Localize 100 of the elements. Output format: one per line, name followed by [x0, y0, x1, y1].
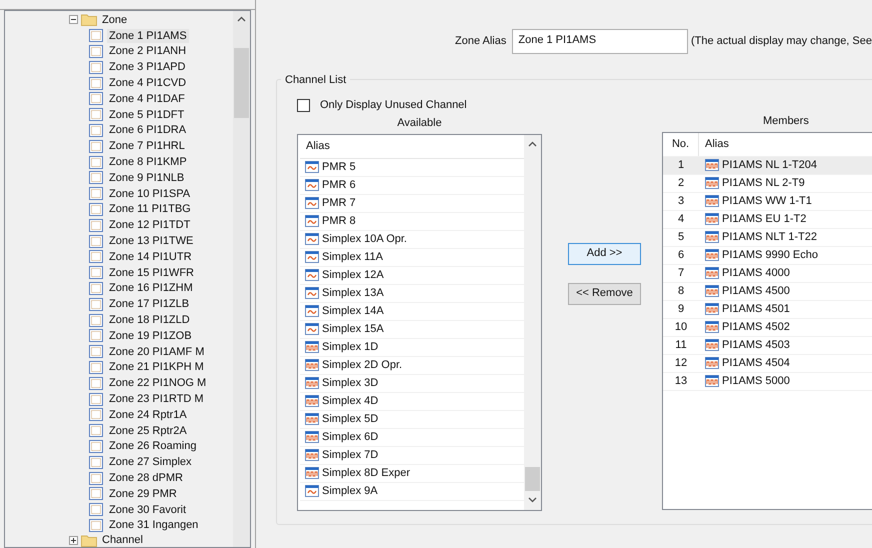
member-row[interactable]: 9 PI1AMS 4501 — [663, 300, 872, 318]
available-list[interactable] — [297, 134, 542, 510]
zone-icon — [89, 345, 103, 358]
channel-alias[interactable]: Simplex 14A — [322, 302, 384, 320]
column-header[interactable]: Alias — [306, 138, 330, 154]
tree-folder-label[interactable]: Channel — [100, 534, 145, 546]
digital-channel-icon — [705, 303, 719, 315]
member-row[interactable]: 2 PI1AMS NL 2-T9 — [663, 174, 872, 192]
tree-item[interactable]: Zone 7 PI1HRL — [107, 139, 187, 154]
tree-item[interactable]: Zone 15 PI1WFR — [107, 266, 196, 280]
member-row[interactable]: 10 PI1AMS 4502 — [663, 318, 872, 336]
tree-item[interactable]: Zone 23 PI1RTD M — [107, 392, 206, 406]
column-header[interactable]: No. — [663, 132, 699, 156]
tree-item[interactable]: Zone 17 PI1ZLB — [107, 297, 192, 312]
tree-item[interactable]: Zone 27 Simplex — [107, 455, 194, 470]
scrollbar-thumb[interactable] — [525, 466, 540, 490]
tree-item[interactable]: Zone 16 PI1ZHM — [107, 281, 195, 296]
row-number: 2 — [676, 176, 686, 191]
member-row[interactable]: 11 PI1AMS 4503 — [663, 336, 872, 354]
channel-alias: PI1AMS 4000 — [722, 266, 790, 281]
collapse-icon[interactable] — [69, 15, 78, 24]
tree-item[interactable]: Zone 22 PI1NOG M — [107, 376, 208, 390]
tree-item[interactable]: Zone 4 PI1DAF — [107, 92, 187, 106]
tree-item[interactable]: Zone 28 dPMR — [107, 471, 185, 485]
members-table[interactable] — [662, 132, 872, 510]
channel-alias[interactable]: Simplex 1D — [322, 338, 378, 356]
tree-item[interactable]: Zone 9 PI1NLB — [107, 170, 186, 185]
channel-alias[interactable]: Simplex 7D — [322, 446, 378, 464]
tree-item[interactable]: Zone 14 PI1UTR — [107, 250, 194, 264]
tree-item[interactable]: Zone 31 Ingangen — [107, 518, 200, 532]
channel-alias[interactable]: Simplex 10A Opr. — [322, 230, 407, 248]
channel-alias[interactable]: Simplex 4D — [322, 392, 378, 410]
tree-item[interactable]: Zone 20 PI1AMF M — [107, 344, 206, 359]
row-number: 7 — [676, 266, 686, 281]
channel-alias: PI1AMS 4503 — [722, 338, 790, 353]
zone-icon — [89, 250, 103, 264]
checkbox[interactable] — [297, 98, 310, 112]
tree-item[interactable]: Zone 26 Roaming — [107, 439, 198, 454]
member-row[interactable]: 8 PI1AMS 4500 — [663, 282, 872, 300]
zone-alias-field[interactable]: Zone 1 PI1AMS — [512, 29, 688, 54]
channel-alias[interactable]: Simplex 2D Opr. — [322, 356, 402, 374]
channel-alias[interactable]: Simplex 8D Exper — [322, 464, 410, 482]
tree-item[interactable]: Zone 29 PMR — [107, 486, 179, 501]
tree-item[interactable]: Zone 10 PI1SPA — [107, 186, 192, 201]
scroll-up-icon[interactable] — [528, 140, 537, 146]
channel-alias: PI1AMS 4502 — [722, 320, 790, 335]
member-row[interactable]: 1 PI1AMS NL 1-T204 — [663, 156, 872, 174]
member-row[interactable]: 4 PI1AMS EU 1-T2 — [663, 210, 872, 228]
tree-item[interactable]: Zone 12 PI1TDT — [107, 218, 192, 232]
tree-item[interactable]: Zone 11 PI1TBG — [107, 202, 193, 216]
channel-alias[interactable]: PMR 5 — [322, 158, 356, 176]
zone-icon — [89, 518, 103, 532]
zone-icon — [89, 108, 103, 122]
tree-item[interactable]: Zone 4 PI1CVD — [107, 76, 188, 90]
scrollbar[interactable] — [233, 11, 250, 547]
scrollbar[interactable] — [524, 134, 541, 510]
expand-icon[interactable] — [69, 536, 78, 545]
member-row[interactable]: 12 PI1AMS 4504 — [663, 354, 872, 372]
tree-item[interactable]: Zone 1 PI1AMS — [107, 28, 189, 43]
tree-item[interactable]: Zone 6 PI1DRA — [107, 123, 188, 138]
tree-item[interactable]: Zone 24 Rptr1A — [107, 408, 189, 422]
member-row[interactable]: 7 PI1AMS 4000 — [663, 264, 872, 282]
scroll-up-icon[interactable] — [237, 16, 246, 22]
digital-channel-icon — [705, 321, 719, 333]
scroll-down-icon[interactable] — [528, 496, 537, 502]
tree-item[interactable]: Zone 19 PI1ZOB — [107, 328, 194, 343]
member-row[interactable]: 6 PI1AMS 9990 Echo — [663, 246, 872, 264]
tree-item[interactable]: Zone 2 PI1ANH — [107, 44, 188, 58]
analog-channel-icon — [305, 287, 319, 299]
tree-item[interactable]: Zone 21 PI1KPH M — [107, 360, 206, 374]
tree-item[interactable]: Zone 3 PI1APD — [107, 60, 188, 74]
transfer-button[interactable]: << Remove — [568, 282, 641, 304]
member-row[interactable]: 13 PI1AMS 5000 — [663, 372, 872, 390]
tree-item[interactable]: Zone 25 Rptr2A — [107, 424, 189, 438]
tree-item[interactable]: Zone 8 PI1KMP — [107, 155, 189, 170]
scrollbar-thumb[interactable] — [234, 48, 249, 118]
analog-channel-icon — [305, 323, 319, 335]
member-row[interactable]: 5 PI1AMS NLT 1-T22 — [663, 228, 872, 246]
channel-alias[interactable]: Simplex 6D — [322, 428, 378, 446]
row-number: 11 — [674, 338, 688, 353]
channel-alias[interactable]: PMR 6 — [322, 176, 356, 194]
channel-alias[interactable]: PMR 8 — [322, 212, 356, 230]
channel-alias[interactable]: Simplex 9A — [322, 482, 378, 500]
tree-item[interactable]: Zone 18 PI1ZLD — [107, 313, 192, 328]
tree-folder-label[interactable]: Zone — [100, 12, 130, 27]
transfer-button[interactable]: Add >> — [568, 242, 641, 264]
tree-item[interactable]: Zone 30 Favorit — [107, 502, 188, 517]
tree-item[interactable]: Zone 5 PI1DFT — [107, 108, 186, 122]
digital-channel-icon — [705, 231, 719, 243]
channel-alias[interactable]: Simplex 5D — [322, 410, 378, 428]
channel-alias[interactable]: Simplex 15A — [322, 320, 384, 338]
channel-alias[interactable]: Simplex 13A — [322, 284, 384, 302]
column-header[interactable]: Alias — [699, 136, 729, 152]
channel-alias[interactable]: PMR 7 — [322, 194, 356, 212]
channel-alias[interactable]: Simplex 11A — [322, 248, 383, 266]
member-row[interactable]: 3 PI1AMS WW 1-T1 — [663, 192, 872, 210]
checkbox-label[interactable]: Only Display Unused Channel — [320, 97, 467, 114]
tree-item[interactable]: Zone 13 PI1TWE — [107, 234, 196, 248]
channel-alias[interactable]: Simplex 12A — [322, 266, 384, 284]
channel-alias[interactable]: Simplex 3D — [322, 374, 378, 392]
